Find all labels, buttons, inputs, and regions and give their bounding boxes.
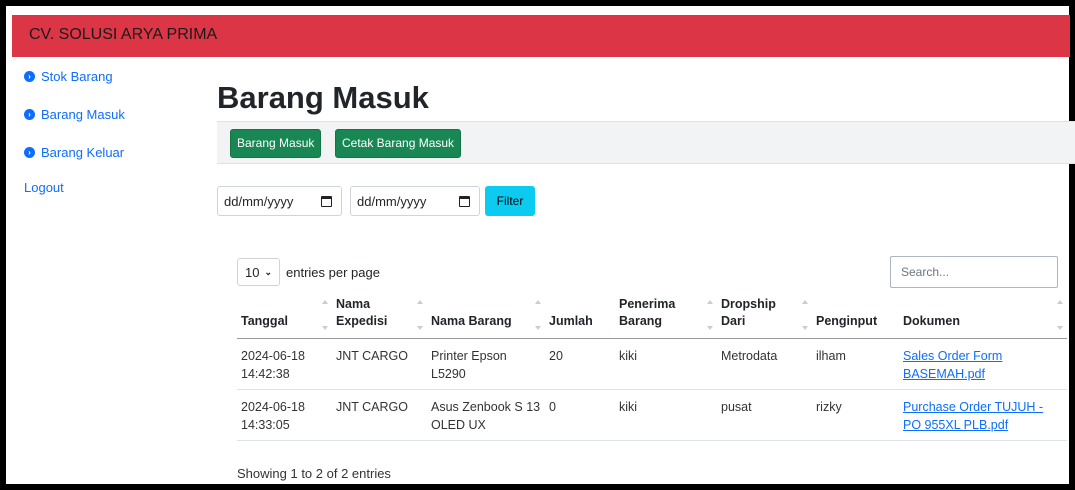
- chevron-down-icon: ⌄: [264, 266, 273, 277]
- cell-dokumen: Purchase Order TUJUH - PO 955XL PLB.pdf: [899, 389, 1067, 441]
- col-header-expedisi[interactable]: Nama Expedisi: [332, 296, 427, 339]
- table-header-row: Tanggal Nama Expedisi Nama Barang Jumlah…: [237, 296, 1067, 339]
- sort-icon: [322, 300, 328, 330]
- date-to-placeholder: dd/mm/yyyy: [357, 193, 427, 209]
- cell-jumlah: 0: [545, 389, 615, 441]
- table-row: 2024-06-18 14:42:38 JNT CARGO Printer Ep…: [237, 338, 1067, 390]
- col-header-penginput[interactable]: Penginput: [812, 296, 899, 339]
- barang-masuk-button[interactable]: Barang Masuk: [230, 129, 322, 158]
- per-page-label: entries per page: [286, 264, 380, 280]
- cell-tanggal: 2024-06-18 14:33:05: [237, 389, 332, 441]
- per-page-value: 10: [245, 264, 260, 280]
- document-link[interactable]: Purchase Order TUJUH - PO 955XL PLB.pdf: [903, 400, 1043, 432]
- entries-per-page: 10 ⌄ entries per page: [237, 258, 380, 286]
- date-from-input[interactable]: dd/mm/yyyy: [217, 186, 342, 216]
- cell-tanggal: 2024-06-18 14:42:38: [237, 338, 332, 390]
- sidebar-item-barang-masuk[interactable]: › Barang Masuk: [24, 104, 194, 124]
- calendar-icon[interactable]: [321, 196, 332, 207]
- page-title: Barang Masuk: [217, 80, 429, 115]
- action-toolbar: Barang Masuk Cetak Barang Masuk: [217, 121, 1075, 164]
- col-header-barang[interactable]: Nama Barang: [427, 296, 545, 339]
- table-row: 2024-06-18 14:33:05 JNT CARGO Asus Zenbo…: [237, 389, 1067, 441]
- cell-penginput: rizky: [812, 389, 899, 441]
- sort-icon: [802, 300, 808, 330]
- col-header-dokumen[interactable]: Dokumen: [899, 296, 1067, 339]
- sidebar-item-stok-barang[interactable]: › Stok Barang: [24, 66, 194, 86]
- per-page-select[interactable]: 10 ⌄: [237, 258, 280, 286]
- table-info: Showing 1 to 2 of 2 entries: [237, 466, 391, 481]
- sort-icon: [1057, 300, 1063, 330]
- sidebar-item-label: Barang Keluar: [41, 144, 125, 160]
- cell-penginput: ilham: [812, 338, 899, 390]
- cell-penerima: kiki: [615, 389, 717, 441]
- col-header-tanggal[interactable]: Tanggal: [237, 296, 332, 339]
- cell-expedisi: JNT CARGO: [332, 389, 427, 441]
- cell-dropship: pusat: [717, 389, 812, 441]
- circle-arrow-icon: ›: [24, 146, 35, 158]
- top-navbar: CV. SOLUSI ARYA PRIMA: [12, 15, 1070, 57]
- cell-penerima: kiki: [615, 338, 717, 390]
- sidebar-item-label: Stok Barang: [41, 68, 113, 84]
- cell-barang: Printer Epson L5290: [427, 338, 545, 390]
- cell-dokumen: Sales Order Form BASEMAH.pdf: [899, 338, 1067, 390]
- date-from-placeholder: dd/mm/yyyy: [224, 193, 294, 209]
- cetak-barang-masuk-button[interactable]: Cetak Barang Masuk: [335, 129, 462, 158]
- circle-arrow-icon: ›: [24, 108, 35, 120]
- sort-icon: [707, 300, 713, 330]
- sort-icon: [417, 300, 423, 330]
- sidebar-item-barang-keluar[interactable]: › Barang Keluar: [24, 142, 194, 162]
- calendar-icon[interactable]: [459, 196, 470, 207]
- cell-dropship: Metrodata: [717, 338, 812, 390]
- sort-icon: [535, 300, 541, 330]
- col-header-jumlah[interactable]: Jumlah: [545, 296, 615, 339]
- filter-button[interactable]: Filter: [485, 186, 535, 216]
- col-header-penerima[interactable]: Penerima Barang: [615, 296, 717, 339]
- sidebar-item-label: Barang Masuk: [41, 106, 125, 122]
- logout-link[interactable]: Logout: [24, 180, 194, 195]
- sidebar: › Stok Barang › Barang Masuk › Barang Ke…: [24, 66, 194, 195]
- brand-title[interactable]: CV. SOLUSI ARYA PRIMA: [29, 26, 217, 44]
- cell-jumlah: 20: [545, 338, 615, 390]
- barang-masuk-table: Tanggal Nama Expedisi Nama Barang Jumlah…: [237, 296, 1067, 441]
- document-link[interactable]: Sales Order Form BASEMAH.pdf: [903, 349, 1002, 381]
- circle-arrow-icon: ›: [24, 70, 35, 82]
- cell-expedisi: JNT CARGO: [332, 338, 427, 390]
- cell-barang: Asus Zenbook S 13 OLED UX: [427, 389, 545, 441]
- search-input[interactable]: Search...: [890, 256, 1058, 288]
- date-to-input[interactable]: dd/mm/yyyy: [350, 186, 480, 216]
- col-header-dropship[interactable]: Dropship Dari: [717, 296, 812, 339]
